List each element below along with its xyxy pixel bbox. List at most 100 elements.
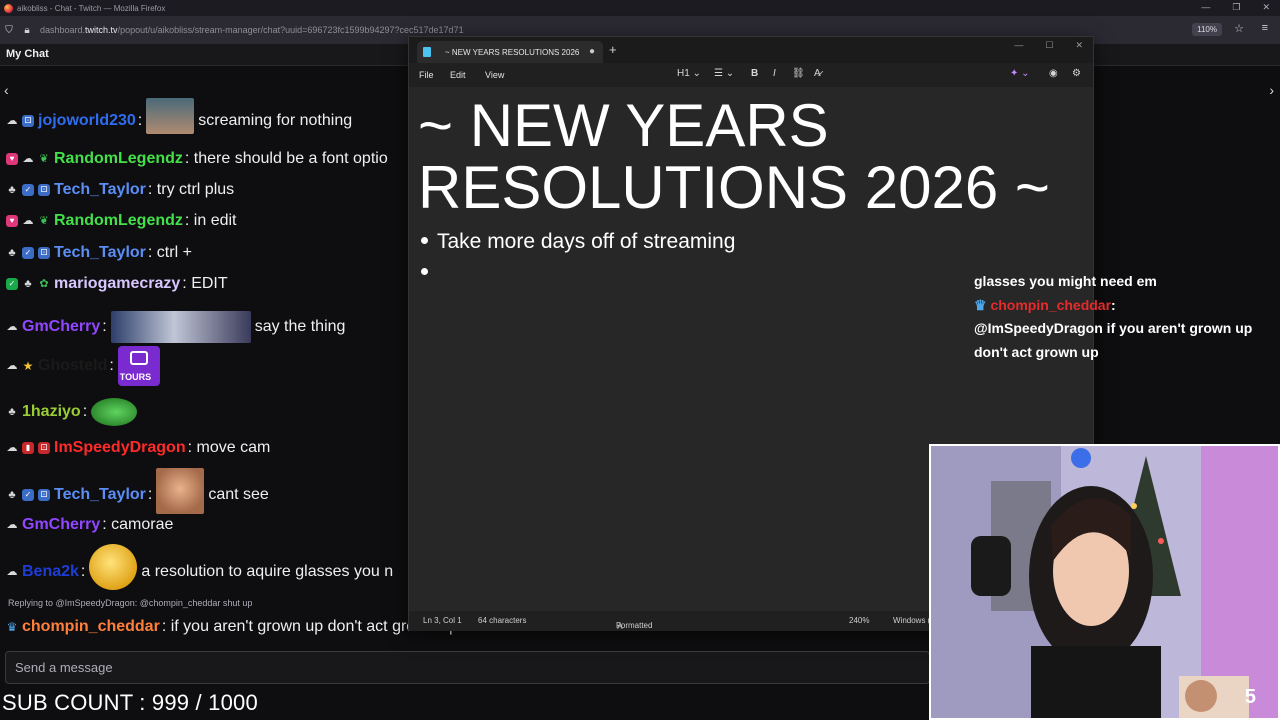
settings-gear-icon[interactable]: ⚙ bbox=[1072, 68, 1081, 79]
bold-icon[interactable]: B bbox=[751, 68, 758, 79]
unsaved-dot-icon[interactable]: ● bbox=[589, 46, 595, 57]
heading-dropdown-label: H1 bbox=[677, 68, 690, 79]
notepad-minimize-icon[interactable]: — bbox=[1014, 40, 1023, 51]
chat-sep: : bbox=[184, 150, 190, 167]
check-badge-icon: ✓ bbox=[6, 278, 18, 290]
gift-badge-icon: ▮ bbox=[22, 442, 34, 454]
chat-sep: : bbox=[80, 563, 86, 580]
chat-list: ☁ ⚀ jojoworld230: screaming for nothing … bbox=[0, 0, 458, 720]
chat-message: ♣ ✓ ⚀ Tech_Taylor: ctrl + bbox=[6, 244, 192, 262]
plant-badge-icon: ✿ bbox=[39, 278, 49, 290]
link-icon[interactable]: ⛓ bbox=[792, 68, 805, 79]
zoom-level[interactable]: 240% bbox=[849, 616, 869, 625]
chat-text: EDIT bbox=[191, 275, 228, 292]
zoom-badge[interactable]: 110% bbox=[1192, 23, 1222, 36]
chat-username[interactable]: Tech_Taylor bbox=[54, 181, 146, 199]
chat-message: ♣ ✓ ⚀ Tech_Taylor: cant see bbox=[6, 468, 269, 514]
line-ending[interactable]: Windows ( bbox=[893, 616, 930, 625]
reply-context[interactable]: Replying to @ImSpeedyDragon: @chompin_ch… bbox=[8, 598, 252, 608]
chat-username[interactable]: Ghosteld bbox=[38, 357, 107, 375]
cursor-position: Ln 3, Col 1 bbox=[423, 616, 462, 625]
chat-username[interactable]: Tech_Taylor bbox=[54, 244, 146, 262]
sub-badge-icon: ⚀ bbox=[38, 442, 50, 454]
chat-message: ♥ ☁ ❦ RandomLegendz: there should be a f… bbox=[6, 150, 388, 168]
chat-text: cant see bbox=[208, 486, 269, 503]
account-icon[interactable]: ◉ bbox=[1049, 68, 1058, 79]
chat-text: move cam bbox=[196, 439, 271, 456]
chat-sep: : bbox=[147, 181, 153, 198]
chat-sep: : bbox=[137, 112, 143, 129]
notepad-bullet-item: Take more days off of streaming bbox=[421, 230, 735, 254]
notepad-close-icon[interactable]: ✕ bbox=[1075, 40, 1083, 51]
heart-badge-icon: ♥ bbox=[6, 153, 18, 165]
window-controls: — ❐ ✕ bbox=[1201, 2, 1270, 13]
chat-sep: : bbox=[82, 403, 88, 420]
chat-input-placeholder: Send a message bbox=[15, 660, 113, 675]
sub-badge-icon: ⚀ bbox=[22, 115, 34, 127]
menu-edit[interactable]: Edit bbox=[450, 70, 466, 80]
hamburger-menu-icon[interactable]: ≡ bbox=[1262, 22, 1268, 34]
chat-username[interactable]: GmCherry bbox=[22, 318, 100, 336]
notepad-maximize-icon[interactable]: ☐ bbox=[1045, 40, 1053, 51]
close-icon[interactable]: ✕ bbox=[1262, 2, 1270, 13]
chat-text: there should be a font optio bbox=[193, 150, 388, 167]
leaf-badge-icon: ❦ bbox=[39, 215, 49, 227]
chat-text: camorae bbox=[111, 516, 174, 533]
chat-username[interactable]: ImSpeedyDragon bbox=[54, 439, 186, 457]
heading-dropdown[interactable]: H1 ⌄ bbox=[677, 68, 701, 79]
chat-username[interactable]: chompin_cheddar bbox=[22, 618, 160, 636]
verified-badge-icon: ✓ bbox=[22, 247, 34, 259]
laughing-face-emote-icon bbox=[156, 468, 205, 514]
chat-sep: : bbox=[182, 275, 187, 292]
chat-sep: : bbox=[102, 516, 107, 533]
chat-sep: : bbox=[147, 244, 153, 261]
format-label: Formatted bbox=[616, 621, 653, 630]
maximize-icon[interactable]: ❐ bbox=[1232, 2, 1240, 13]
chat-username[interactable]: mariogamecrazy bbox=[54, 275, 180, 293]
chat-username[interactable]: Tech_Taylor bbox=[54, 486, 146, 504]
chat-text: ctrl + bbox=[156, 244, 192, 261]
screen: aikobliss - Chat - Twitch — Mozilla Fire… bbox=[0, 0, 1280, 720]
chat-username[interactable]: GmCherry bbox=[22, 516, 100, 534]
game-badge-icon: ♣ bbox=[8, 406, 16, 418]
chat-text: in edit bbox=[193, 212, 237, 229]
menu-view[interactable]: View bbox=[485, 70, 504, 80]
minimize-icon[interactable]: — bbox=[1201, 2, 1210, 13]
chat-message: ☁ ★ Ghosteld: TOURS bbox=[6, 346, 164, 386]
chat-message: ☁ ▮ ⚀ ImSpeedyDragon: move cam bbox=[6, 439, 271, 457]
italic-icon[interactable]: I bbox=[773, 68, 776, 79]
verified-badge-icon: ✓ bbox=[22, 489, 34, 501]
chat-username[interactable]: Bena2k bbox=[22, 563, 79, 581]
chat-text: screaming for nothing bbox=[198, 112, 353, 129]
cloud-badge-icon: ☁ bbox=[22, 153, 34, 165]
bullet-icon bbox=[421, 236, 428, 244]
notepad-tab[interactable]: ~ NEW YEARS RESOLUTIONS 2026 ● bbox=[417, 41, 603, 63]
game-badge-icon: ♣ bbox=[8, 489, 16, 501]
notepad-file-icon bbox=[423, 47, 431, 57]
cloud-badge-icon: ☁ bbox=[6, 442, 18, 454]
chat-username[interactable]: 1haziyo bbox=[22, 403, 81, 421]
chevron-right-icon[interactable]: › bbox=[1269, 82, 1274, 98]
menu-file[interactable]: File bbox=[419, 70, 434, 80]
chat-sep: : bbox=[102, 318, 107, 335]
char-count: 64 characters bbox=[478, 616, 527, 625]
cloud-badge-icon: ☁ bbox=[6, 519, 18, 531]
notepad-heading: ~ NEW YEARS RESOLUTIONS 2026 ~ bbox=[418, 92, 1050, 221]
chat-username[interactable]: jojoworld230 bbox=[38, 112, 136, 130]
chat-username[interactable]: RandomLegendz bbox=[54, 212, 183, 230]
cloud-badge-icon: ☁ bbox=[6, 321, 18, 333]
verified-badge-icon: ✓ bbox=[22, 184, 34, 196]
overlay-message: ♛ chompin_cheddar: bbox=[974, 296, 1116, 313]
game-badge-icon: ♣ bbox=[8, 184, 16, 196]
overlay-line: @ImSpeedyDragon if you aren't grown up d… bbox=[974, 320, 1253, 360]
chat-sep: : bbox=[187, 439, 193, 456]
chat-sep: : bbox=[184, 212, 190, 229]
list-dropdown-icon[interactable]: ☰ ⌄ bbox=[714, 68, 734, 79]
bookmark-star-icon[interactable]: ☆ bbox=[1234, 22, 1244, 35]
chat-input[interactable]: Send a message bbox=[5, 651, 930, 684]
chat-username[interactable]: RandomLegendz bbox=[54, 150, 183, 168]
new-tab-plus-icon[interactable]: + bbox=[609, 42, 617, 57]
clear-format-icon[interactable]: A̷ bbox=[814, 68, 821, 79]
copilot-icon[interactable]: ✦ ⌄ bbox=[1010, 68, 1030, 79]
cloud-badge-icon: ☁ bbox=[6, 566, 18, 578]
